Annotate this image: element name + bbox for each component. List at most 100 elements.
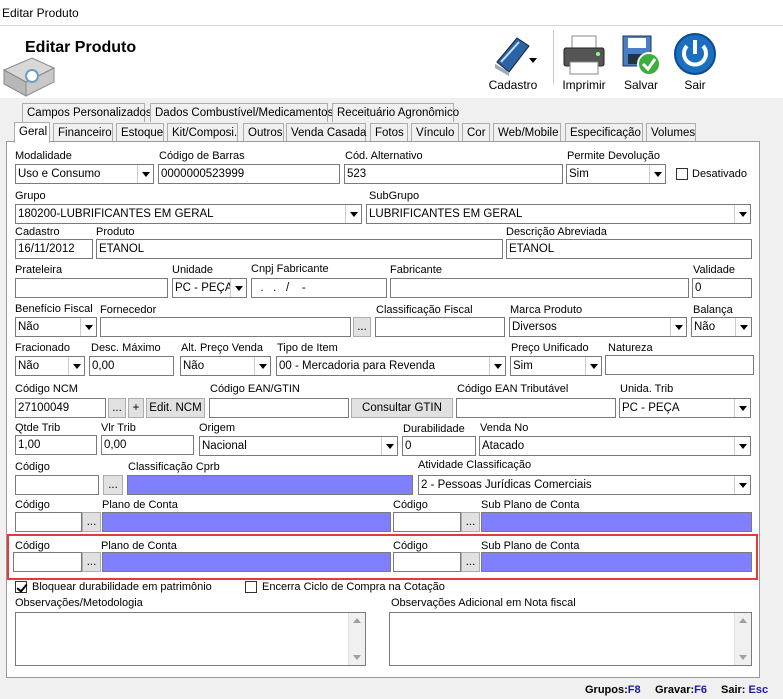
conta1-lookup-button[interactable]: ... [82,512,101,532]
unida-trib-label: Unida. Trib [620,383,674,395]
page-title: Editar Produto [25,39,137,56]
conta2-lookup-button[interactable]: ... [82,552,101,572]
tab-geral[interactable]: Geral [14,122,50,143]
product-box-icon [2,57,56,97]
observacoes-nf-textarea[interactable] [389,612,752,666]
codigo-ncm-label: Código NCM [15,383,78,395]
venda-no-select[interactable]: Atacado [479,436,751,456]
desativado-checkbox[interactable] [676,168,688,180]
desc-maximo-input[interactable]: 0,00 [89,356,174,376]
observacoes-scrollbar[interactable] [348,613,365,665]
unida-trib-select[interactable]: PC - PEÇA [619,398,751,418]
tab-vinculo[interactable]: Vínculo [411,123,459,142]
produto-input[interactable]: ETANOL [96,239,503,259]
ncm-lookup-button[interactable]: ... [108,398,126,418]
cnpj-fabricante-input[interactable]: . . / - [251,278,387,298]
codigo-barras-label: Código de Barras [159,150,245,162]
cprb-lookup-button[interactable]: ... [103,475,123,495]
conta2-sub-lookup-button[interactable]: ... [461,552,480,572]
natureza-input[interactable] [605,355,754,375]
tab-web-mobile[interactable]: Web/Mobile [493,123,561,142]
fabricante-input[interactable] [390,278,689,298]
tipo-item-label: Tipo de Item [277,342,338,354]
classificacao-fiscal-input[interactable] [375,317,505,337]
salvar-button[interactable]: Salvar [615,30,667,94]
window-title: Editar Produto [2,6,79,20]
subgrupo-select[interactable]: LUBRIFICANTES EM GERAL [366,204,751,224]
qtde-trib-label: Qtde Trib [15,422,61,434]
consultar-gtin-button[interactable]: Consultar GTIN [351,398,453,418]
encerra-ciclo-checkbox[interactable] [245,581,257,593]
tab-fotos[interactable]: Fotos [370,123,408,142]
tab-estoque[interactable]: Estoque [116,123,164,142]
grupo-select[interactable]: 180200-LUBRIFICANTES EM GERAL [15,204,362,224]
desativado-label: Desativado [692,168,748,180]
fornecedor-lookup-button[interactable]: ... [353,317,371,337]
classificacao-fiscal-label: Classificação Fiscal [376,304,473,316]
atividade-classificacao-select[interactable]: 2 - Pessoas Jurídicas Comerciais [418,475,751,495]
modalidade-select[interactable]: Uso e Consumo [15,164,154,184]
codigo-ean-tributavel-input[interactable] [456,398,616,418]
codigo-ean-gtin-label: Código EAN/GTIN [210,383,300,395]
permite-devolucao-select[interactable]: Sim [566,164,666,184]
conta1-codigo-label: Código [15,499,50,511]
tab-receituario[interactable]: Receituário Agronômico [332,103,459,122]
observacoes-label: Observações/Metodologia [15,597,143,609]
preco-unificado-select[interactable]: Sim [510,356,602,376]
codigo-barras-input[interactable]: 0000000523999 [158,164,340,184]
tab-financeiro[interactable]: Financeiro [53,123,113,142]
conta2-sub-input [481,552,752,572]
sair-button[interactable]: Sair [670,30,720,94]
tipo-item-select[interactable]: 00 - Mercadoria para Revenda [276,356,506,376]
tab-dados-combustivel[interactable]: Dados Combustível/Medicamentos [150,103,333,122]
classificacao-cprb-input [127,475,413,495]
produto-label: Produto [96,226,135,238]
edit-ncm-button[interactable]: Edit. NCM [146,398,205,418]
alt-preco-venda-select[interactable]: Não [180,356,271,376]
observacoes-nf-label: Observações Adicional em Nota fiscal [391,597,576,609]
tab-venda-casada[interactable]: Venda Casada [286,123,366,142]
natureza-label: Natureza [608,342,653,354]
conta2-codigo-input[interactable] [13,552,82,572]
origem-label: Origem [199,422,236,434]
tab-volumes[interactable]: Volumes [646,123,696,142]
observacoes-textarea[interactable] [15,612,366,666]
tab-campos-personalizados[interactable]: Campos Personalizados [22,103,152,122]
codigo-ncm-input[interactable]: 27100049 [15,398,106,418]
conta2-sub-label: Sub Plano de Conta [481,540,580,552]
conta1-codigo-input[interactable] [15,512,82,532]
alt-preco-venda-label: Alt. Preço Venda [181,342,263,354]
codigo-cprb-input[interactable] [15,475,99,495]
marca-produto-label: Marca Produto [510,304,583,316]
conta1-codigo2-input[interactable] [393,512,461,532]
classificacao-cprb-label: Classificação Cprb [128,461,220,473]
bloquear-durabilidade-checkbox[interactable] [15,581,27,593]
validade-input[interactable]: 0 [692,278,752,298]
cadastro-input[interactable]: 16/11/2012 [15,239,93,259]
vlr-trib-input[interactable]: 0,00 [101,435,194,455]
tab-especificacao[interactable]: Especificação [565,123,643,142]
unidade-select[interactable]: PC - PEÇA [172,278,247,298]
conta1-sub-lookup-button[interactable]: ... [461,512,480,532]
tab-kit-composi[interactable]: Kit/Composi. [167,123,238,142]
observacoes-nf-scrollbar[interactable] [734,613,751,665]
prateleira-input[interactable] [15,278,168,298]
durabilidade-input[interactable]: 0 [402,436,476,456]
fornecedor-input[interactable] [100,317,351,337]
descricao-abreviada-input[interactable]: ETANOL [506,239,752,259]
fracionado-select[interactable]: Não [15,356,85,376]
cadastro-button[interactable]: Cadastro [478,30,548,94]
qtde-trib-input[interactable]: 1,00 [15,435,97,455]
balanca-select[interactable]: Não [691,317,752,337]
cod-alternativo-input[interactable]: 523 [344,164,563,184]
durabilidade-label: Durabilidade [403,423,465,435]
origem-select[interactable]: Nacional [199,436,398,456]
imprimir-button[interactable]: Imprimir [558,30,610,94]
marca-produto-select[interactable]: Diversos [509,317,687,337]
tab-outros[interactable]: Outros [243,123,284,142]
conta2-codigo2-input[interactable] [393,552,461,572]
ncm-add-button[interactable]: + [128,398,144,418]
codigo-ean-gtin-input[interactable] [209,398,349,418]
beneficio-fiscal-select[interactable]: Não [15,317,97,337]
tab-cor[interactable]: Cor [462,123,490,142]
